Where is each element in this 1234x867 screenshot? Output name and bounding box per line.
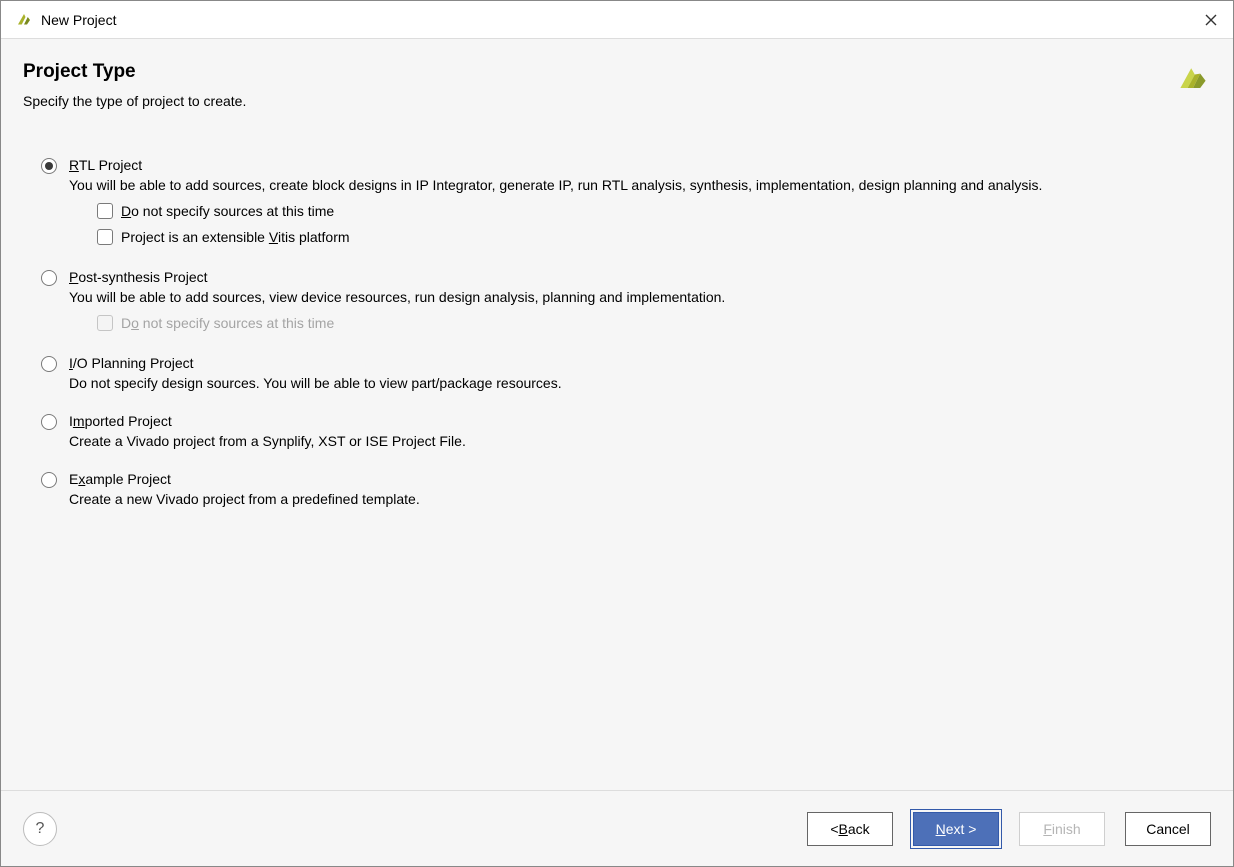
desc-io-planning: Do not specify design sources. You will … [69,375,1211,391]
checkbox-row-rtl-vitis[interactable]: Project is an extensible Vitis platform [97,229,1211,245]
radio-example[interactable] [41,472,57,488]
checkbox-rtl-no-sources[interactable] [97,203,113,219]
help-button[interactable]: ? [23,812,57,846]
titlebar: New Project [1,1,1233,39]
radio-imported[interactable] [41,414,57,430]
vivado-icon [15,11,33,29]
new-project-wizard: New Project Project Type Specify the typ… [0,0,1234,867]
finish-button: Finish [1019,812,1105,846]
checkbox-row-post-no-sources: Do not specify sources at this time [97,315,1211,331]
radio-post-synthesis[interactable] [41,270,57,286]
page-title: Project Type [23,61,246,83]
back-button[interactable]: < Back [807,812,893,846]
desc-imported: Create a Vivado project from a Synplify,… [69,433,1211,449]
help-icon: ? [36,820,45,838]
checkbox-post-no-sources [97,315,113,331]
label-imported: Imported Project [69,413,1211,429]
option-post-synthesis-project[interactable]: Post-synthesis Project You will be able … [41,269,1211,333]
checkbox-row-rtl-no-sources[interactable]: Do not specify sources at this time [97,203,1211,219]
label-rtl: RTL Project [69,157,1211,173]
project-type-options: RTL Project You will be able to add sour… [1,137,1233,790]
radio-rtl[interactable] [41,158,57,174]
option-imported-project[interactable]: Imported Project Create a Vivado project… [41,413,1211,449]
wizard-header: Project Type Specify the type of project… [1,39,1233,137]
next-button[interactable]: Next > [913,812,999,846]
option-io-planning-project[interactable]: I/O Planning Project Do not specify desi… [41,355,1211,391]
checkbox-label: Do not specify sources at this time [121,315,334,331]
checkbox-label: Project is an extensible Vitis platform [121,229,350,245]
label-post-synthesis: Post-synthesis Project [69,269,1211,285]
radio-io-planning[interactable] [41,356,57,372]
option-rtl-project[interactable]: RTL Project You will be able to add sour… [41,157,1211,247]
page-subtitle: Specify the type of project to create. [23,93,246,109]
vivado-logo-icon [1175,61,1211,97]
checkbox-label: Do not specify sources at this time [121,203,334,219]
window-title: New Project [41,12,1201,28]
wizard-footer: ? < Back Next > Finish Cancel [1,790,1233,866]
label-example: Example Project [69,471,1211,487]
label-io-planning: I/O Planning Project [69,355,1211,371]
checkbox-rtl-vitis[interactable] [97,229,113,245]
desc-example: Create a new Vivado project from a prede… [69,491,1211,507]
desc-post-synthesis: You will be able to add sources, view de… [69,289,1211,305]
option-example-project[interactable]: Example Project Create a new Vivado proj… [41,471,1211,507]
close-button[interactable] [1201,10,1221,30]
desc-rtl: You will be able to add sources, create … [69,177,1211,193]
cancel-button[interactable]: Cancel [1125,812,1211,846]
